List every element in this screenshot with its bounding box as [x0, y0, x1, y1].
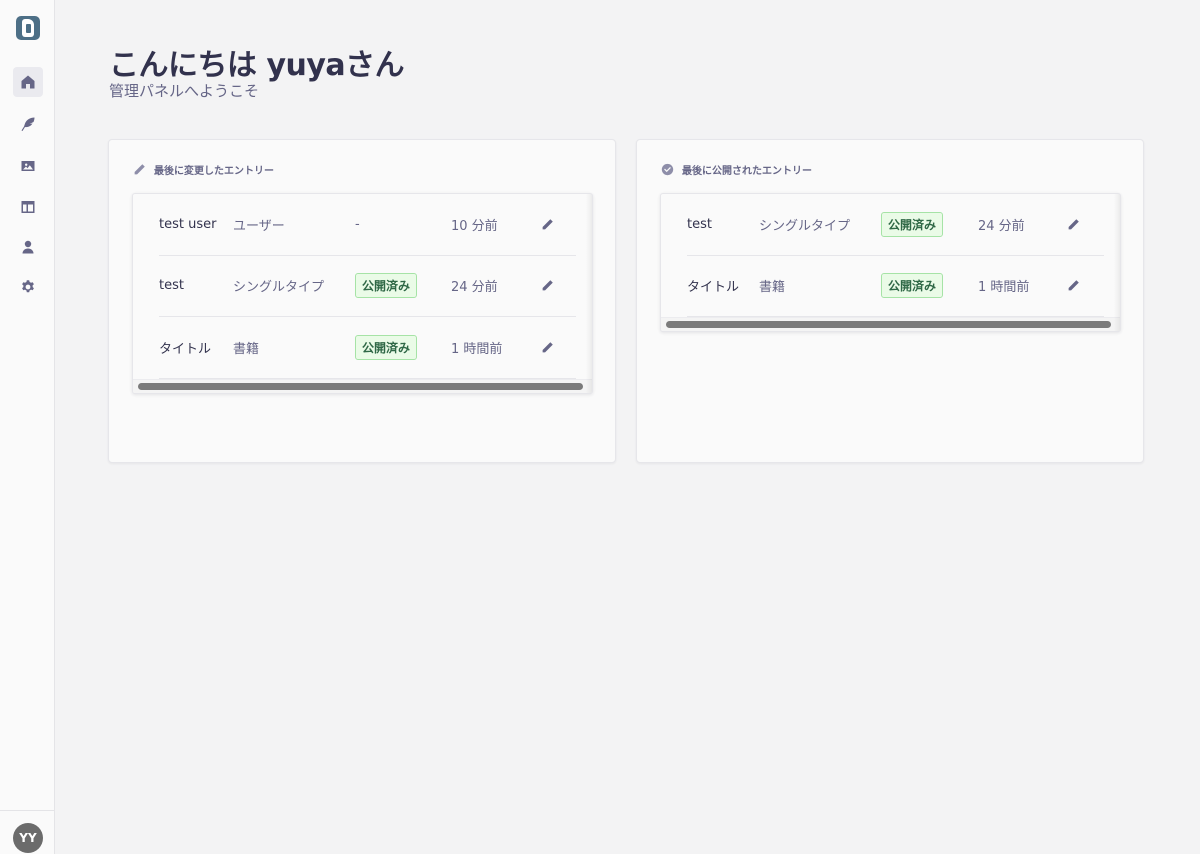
check-circle-icon [661, 163, 674, 176]
scrollbar-thumb[interactable] [666, 321, 1111, 328]
status-badge: 公開済み [881, 211, 944, 237]
entry-title: test [159, 278, 184, 294]
entry-updated-time: 1 時間前 [451, 341, 503, 357]
horizontal-scrollbar[interactable] [133, 378, 592, 393]
sidebar: YY [0, 0, 55, 854]
entry-updated-time: 10 分前 [451, 218, 498, 234]
home-icon[interactable] [13, 67, 43, 97]
main-content: こんにちは yuyaさん 管理パネルへようこそ 最後に変更したエントリー tes… [55, 0, 1200, 854]
entries-table: test user ユーザー - 10 分前 test シングルタイプ 公開済み… [132, 193, 593, 394]
entry-content-type: シングルタイプ [233, 280, 325, 296]
last-edited-entries-card: 最後に変更したエントリー test user ユーザー - 10 分前 test… [108, 139, 616, 463]
edit-icon[interactable] [1065, 278, 1081, 294]
avatar[interactable]: YY [13, 823, 43, 853]
last-published-entries-card: 最後に公開されたエントリー test シングルタイプ 公開済み 24 分前 タイ… [636, 139, 1144, 463]
entry-title: test user [159, 216, 217, 232]
entries-table: test シングルタイプ 公開済み 24 分前 タイトル 書籍 公開済み 1 時… [660, 193, 1121, 332]
entry-title: タイトル [159, 341, 212, 357]
sidebar-footer: YY [0, 810, 55, 854]
entry-content-type: 書籍 [759, 280, 786, 296]
entry-title: test [687, 216, 712, 232]
table-row[interactable]: タイトル 書籍 公開済み 1 時間前 [687, 256, 1104, 317]
card-header: 最後に変更したエントリー [133, 162, 274, 177]
page-subtitle: 管理パネルへようこそ [109, 82, 260, 100]
layout-icon[interactable] [13, 192, 43, 222]
edit-icon[interactable] [539, 216, 555, 232]
horizontal-scrollbar[interactable] [661, 317, 1120, 331]
edit-icon[interactable] [539, 278, 555, 294]
edit-icon[interactable] [539, 339, 555, 355]
table-row[interactable]: test シングルタイプ 公開済み 24 分前 [687, 194, 1104, 256]
entry-updated-time: 24 分前 [978, 218, 1025, 234]
strapi-logo-icon[interactable] [16, 16, 40, 40]
gear-icon[interactable] [13, 272, 43, 302]
edit-icon[interactable] [1065, 216, 1081, 232]
table-row[interactable]: test シングルタイプ 公開済み 24 分前 [159, 256, 576, 317]
entry-content-type: ユーザー [233, 218, 285, 234]
pencil-icon [134, 164, 145, 175]
entry-updated-time: 24 分前 [451, 280, 498, 296]
feather-icon[interactable] [13, 109, 43, 139]
card-title: 最後に公開されたエントリー [682, 166, 812, 177]
entry-updated-time: 1 時間前 [978, 280, 1030, 296]
status-badge: 公開済み [355, 334, 418, 360]
entry-status: - [355, 216, 360, 232]
card-header: 最後に公開されたエントリー [661, 162, 812, 177]
image-icon[interactable] [13, 151, 43, 181]
card-title: 最後に変更したエントリー [154, 166, 274, 177]
entry-title: タイトル [687, 280, 740, 296]
table-row[interactable]: タイトル 書籍 公開済み 1 時間前 [159, 317, 576, 379]
scrollbar-thumb[interactable] [138, 382, 583, 390]
status-badge: 公開済み [355, 273, 418, 299]
status-badge: 公開済み [881, 273, 944, 299]
entry-content-type: 書籍 [233, 341, 260, 357]
page-title: こんにちは yuyaさん [109, 48, 405, 83]
entry-content-type: シングルタイプ [759, 218, 851, 234]
user-icon[interactable] [13, 232, 43, 262]
table-row[interactable]: test user ユーザー - 10 分前 [159, 194, 576, 256]
